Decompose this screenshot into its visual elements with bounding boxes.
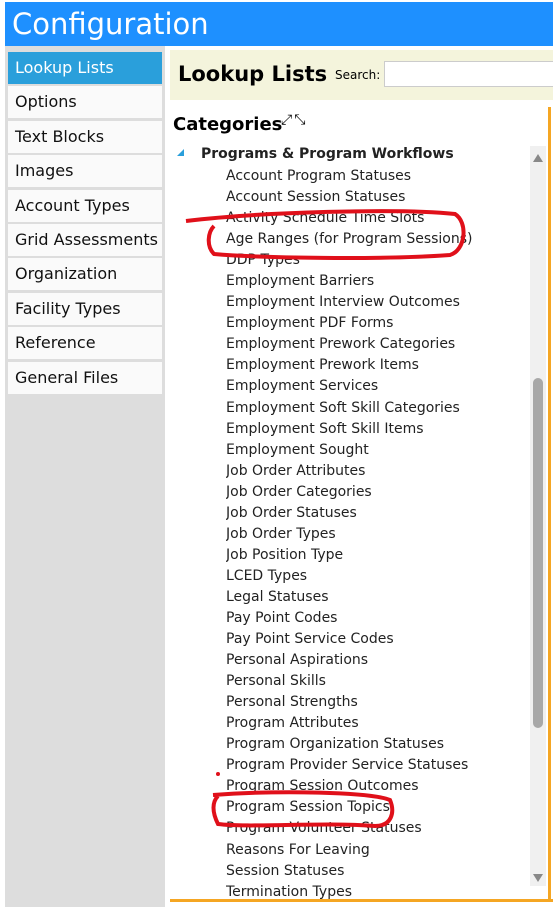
list-item[interactable]: Legal Statuses xyxy=(226,587,526,608)
sidebar-item-grid-assessments[interactable]: Grid Assessments xyxy=(8,224,162,256)
list-item[interactable]: Age Ranges (for Program Sessions) xyxy=(226,229,526,250)
list-item[interactable]: Employment PDF Forms xyxy=(226,313,526,334)
sidebar-item-images[interactable]: Images xyxy=(8,155,162,188)
tree-group-programs[interactable]: Programs & Program Workflows xyxy=(201,146,454,162)
sidebar-item-options[interactable]: Options xyxy=(8,86,162,119)
list-item[interactable]: Personal Skills xyxy=(226,671,526,692)
list-item[interactable]: Employment Soft Skill Categories xyxy=(226,398,526,419)
list-item[interactable]: Activity Schedule Time Slots xyxy=(226,208,526,229)
search-input[interactable] xyxy=(384,61,553,87)
list-item[interactable]: Job Order Statuses xyxy=(226,503,526,524)
list-item[interactable]: Account Program Statuses xyxy=(226,166,526,187)
sidebar-item-text-blocks[interactable]: Text Blocks xyxy=(8,120,162,153)
title-bar: Lookup Lists Search: xyxy=(170,50,553,100)
list-item[interactable]: Job Order Attributes xyxy=(226,461,526,482)
scrollbar-thumb[interactable] xyxy=(533,378,543,728)
list-item[interactable]: Employment Prework Items xyxy=(226,355,526,376)
sidebar-item-facility-types[interactable]: Facility Types xyxy=(8,292,162,325)
sidebar-item-account-types[interactable]: Account Types xyxy=(8,189,162,222)
sidebar-item-general-files[interactable]: General Files xyxy=(8,361,162,394)
list-item[interactable]: Employment Sought xyxy=(226,440,526,461)
categories-heading: Categories xyxy=(173,114,283,135)
list-item[interactable]: Program Session Topics xyxy=(226,797,526,818)
list-item[interactable]: Employment Interview Outcomes xyxy=(226,292,526,313)
list-item[interactable]: Personal Aspirations xyxy=(226,650,526,671)
list-item[interactable]: Program Session Outcomes xyxy=(226,776,526,797)
list-item[interactable]: Employment Prework Categories xyxy=(226,334,526,355)
list-item[interactable]: Pay Point Codes xyxy=(226,608,526,629)
collapse-all-icon[interactable]: ⤡ xyxy=(294,112,307,128)
list-item[interactable]: Personal Strengths xyxy=(226,692,526,713)
search-label: Search: xyxy=(335,68,381,82)
sidebar-item-reference-libraries[interactable]: Reference Libraries xyxy=(8,327,162,384)
sidebar-item-lookup-lists[interactable]: Lookup Lists xyxy=(8,52,162,84)
list-item[interactable]: Employment Services xyxy=(226,376,526,397)
panel-border-bottom xyxy=(170,899,553,902)
scroll-up-icon[interactable] xyxy=(533,154,543,162)
list-item[interactable]: LCED Types xyxy=(226,566,526,587)
list-item[interactable]: Job Order Types xyxy=(226,524,526,545)
page-header: Configuration xyxy=(5,2,553,46)
page-title: Lookup Lists xyxy=(178,62,328,86)
main-panel: Lookup Lists Search: Categories ⤢⤡ Progr… xyxy=(170,50,553,902)
sidebar: Lookup Lists Options Text Blocks Images Acco… xyxy=(5,46,165,907)
list-item[interactable]: Employment Soft Skill Items xyxy=(226,419,526,440)
list-item[interactable]: Program Provider Service Statuses xyxy=(226,755,526,776)
scrollbar[interactable] xyxy=(530,146,546,886)
panel-border-right xyxy=(548,107,551,902)
list-item[interactable]: Employment Barriers xyxy=(226,271,526,292)
list-item[interactable]: Program Organization Statuses xyxy=(226,734,526,755)
scroll-down-icon[interactable] xyxy=(533,874,543,882)
expand-all-icon[interactable]: ⤢ xyxy=(281,112,294,128)
tree-collapse-toggle-icon[interactable] xyxy=(177,149,184,156)
list-item[interactable]: Job Order Categories xyxy=(226,482,526,503)
list-item[interactable]: Session Statuses xyxy=(226,861,526,882)
list-item[interactable]: Program Volunteer Statuses xyxy=(226,818,526,839)
list-item[interactable]: Account Session Statuses xyxy=(226,187,526,208)
list-item[interactable]: Reasons For Leaving xyxy=(226,840,526,861)
list-item[interactable]: Job Position Type xyxy=(226,545,526,566)
sidebar-item-organization-types[interactable]: Organization Types xyxy=(8,258,162,315)
category-list: Account Program Statuses Account Session … xyxy=(226,166,526,900)
list-item[interactable]: Program Attributes xyxy=(226,713,526,734)
list-item[interactable]: Pay Point Service Codes xyxy=(226,629,526,650)
list-item[interactable]: Termination Types xyxy=(226,882,526,900)
list-item[interactable]: DDP Types xyxy=(226,250,526,271)
